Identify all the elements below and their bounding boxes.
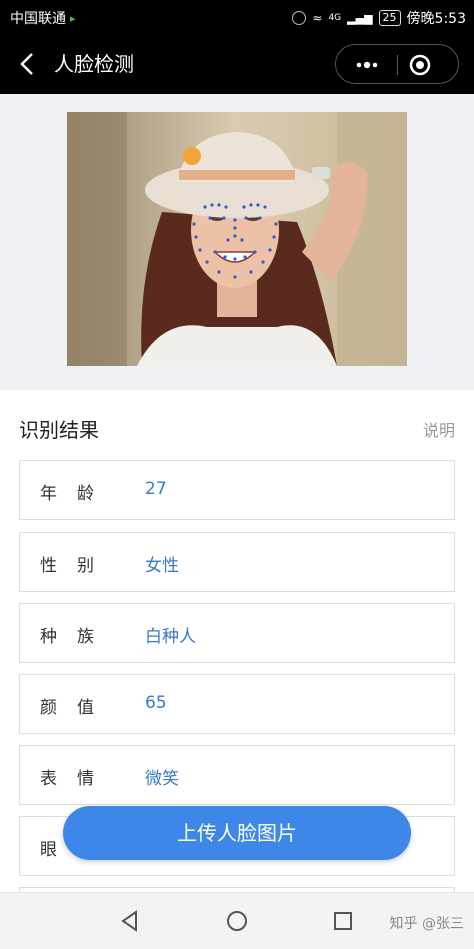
result-row-beauty: 颜值 65 (19, 674, 455, 734)
battery-icon: 25 (378, 10, 401, 26)
result-label: 年龄 (40, 484, 114, 504)
result-value: 女性 (145, 556, 179, 576)
face-photo[interactable] (67, 112, 407, 366)
home-circle-icon[interactable] (225, 909, 249, 933)
carrier-label: 中国联通 (10, 11, 66, 27)
nav-bar: 人脸检测 (0, 34, 474, 94)
page-title: 人脸检测 (54, 52, 134, 76)
more-icon[interactable] (351, 56, 383, 74)
result-value: 65 (145, 693, 167, 713)
capsule-divider (397, 55, 398, 75)
alarm-icon (292, 11, 307, 25)
clock-label: 傍晚5:53 (406, 11, 466, 27)
result-row-age: 年龄 27 (19, 460, 455, 520)
result-value: 27 (145, 479, 167, 499)
result-label: 种族 (40, 627, 114, 647)
help-link[interactable]: 说明 (423, 417, 455, 441)
results-title: 识别结果 (19, 418, 99, 442)
result-row-race: 种族 白种人 (19, 603, 455, 663)
lock-icon: ▸ (70, 11, 76, 25)
result-row-expression: 表情 微笑 (19, 745, 455, 805)
close-target-icon[interactable] (409, 54, 431, 76)
back-triangle-icon[interactable] (118, 909, 142, 933)
system-nav-bar: 知乎 @张三 (0, 892, 474, 949)
results-panel: 识别结果 说明 年龄 27 性别 女性 种族 白种人 颜值 65 表情 微笑 眼 (0, 390, 474, 948)
result-value: 微笑 (145, 769, 179, 789)
result-label: 颜值 (40, 698, 114, 718)
result-value: 白种人 (145, 627, 196, 647)
wifi-icon: ≈ (312, 11, 323, 25)
image-area (0, 94, 474, 390)
recents-square-icon[interactable] (331, 909, 355, 933)
result-label: 表情 (40, 769, 114, 789)
back-arrow-icon[interactable] (16, 50, 40, 78)
upload-face-button[interactable]: 上传人脸图片 (63, 806, 411, 860)
status-bar: 中国联通 ▸ ≈ 4G ▂▄▆ 25 傍晚5:53 (0, 0, 474, 34)
signal-icon: ▂▄▆ (347, 11, 373, 25)
mini-program-capsule (335, 44, 459, 84)
result-label: 性别 (40, 556, 114, 576)
result-row-gender: 性别 女性 (19, 532, 455, 592)
network-label: 4G (328, 13, 342, 23)
watermark: 知乎 @张三 (389, 916, 464, 932)
